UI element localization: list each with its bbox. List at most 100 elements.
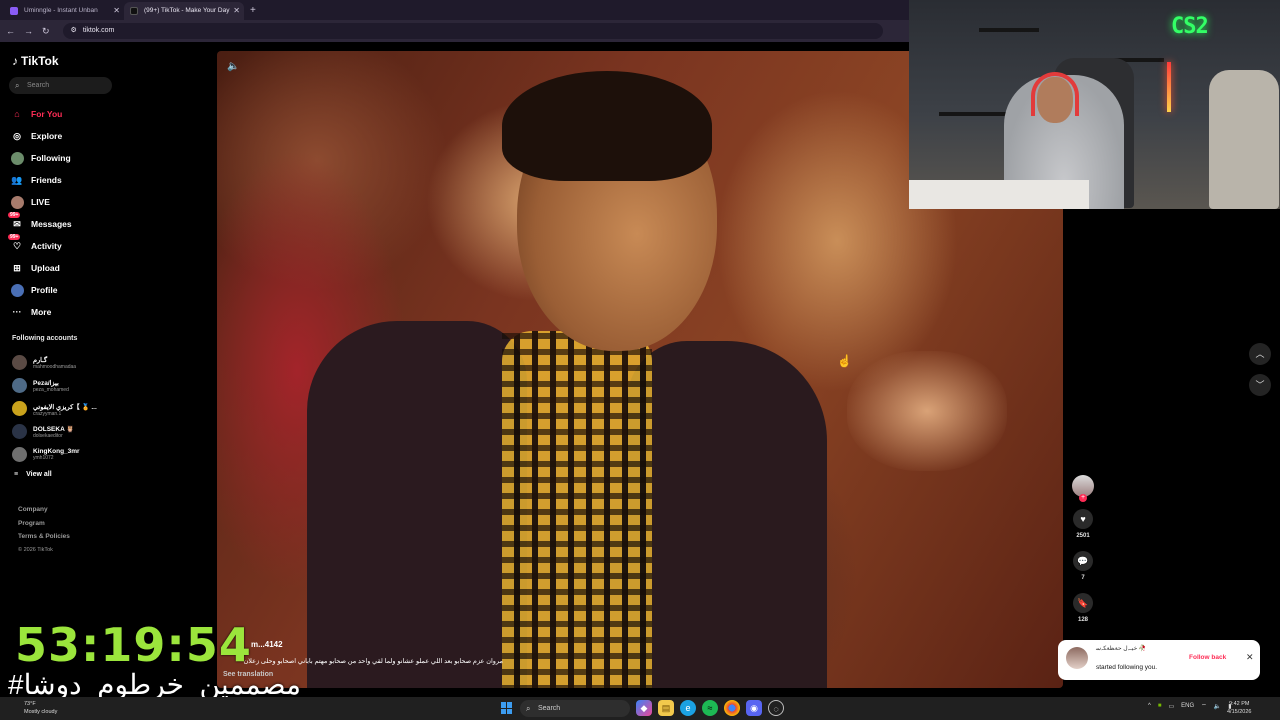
like-count: 2501: [1076, 533, 1090, 539]
reload-icon[interactable]: ↻: [42, 26, 50, 37]
tab-title: (99+) TikTok - Make Your Day: [144, 7, 230, 14]
discord-icon[interactable]: ◉: [746, 700, 762, 716]
site-info-icon[interactable]: ⚙: [71, 23, 77, 39]
account-name: DOLSEKA 🦉: [33, 425, 75, 433]
close-tab-icon[interactable]: ✕: [113, 2, 120, 20]
uminngle-favicon-icon: [10, 7, 18, 15]
sidebar-item-more[interactable]: ··· More: [10, 301, 120, 323]
badge: 99+: [8, 212, 21, 218]
chevron-down-icon: ≡: [14, 471, 19, 478]
weather-temp: 73°F: [24, 701, 36, 707]
chrome-icon[interactable]: [724, 700, 740, 716]
chevron-down-icon[interactable]: ﹀: [1249, 374, 1271, 396]
wifi-icon[interactable]: ⌔: [1201, 702, 1207, 710]
obs-icon[interactable]: ◌: [768, 700, 784, 716]
clock-time: 9:42 PM: [1228, 701, 1250, 707]
sidebar-item-activity[interactable]: ♡ 99+ Activity: [8, 234, 120, 257]
sidebar-item-friends[interactable]: 👥 Friends: [10, 169, 120, 191]
footer-link-terms[interactable]: Terms & Policies: [18, 530, 70, 544]
forward-icon[interactable]: →: [24, 26, 33, 36]
comment-icon[interactable]: 💬: [1073, 551, 1093, 571]
browser-tab-tiktok[interactable]: (99+) TikTok - Make Your Day ✕: [124, 2, 244, 20]
follow-plus-icon[interactable]: +: [1079, 494, 1087, 502]
nav-label: Friends: [31, 175, 62, 185]
chevron-up-icon[interactable]: ︿: [1249, 343, 1271, 365]
list-item[interactable]: DOLSEKA 🦉 dolsekaeditor: [12, 420, 122, 443]
list-item[interactable]: Peza/بيزا peza_mohamed: [12, 374, 122, 397]
weather-widget[interactable]: 73°F Mostly cloudy: [24, 700, 57, 716]
edge-icon[interactable]: e: [680, 700, 696, 716]
close-tab-icon[interactable]: ✕: [233, 2, 240, 20]
url-field[interactable]: ⚙ tiktok.com: [62, 23, 883, 39]
footer-link-company[interactable]: Company: [18, 503, 70, 517]
video-frame-shape: [627, 341, 827, 688]
video-author[interactable]: m...4142: [251, 640, 283, 649]
home-icon: ⌂: [14, 109, 20, 119]
taskbar-clock[interactable]: 9:42 PM 4/15/2026: [1227, 700, 1251, 716]
avatar: [12, 355, 27, 370]
windows-start-icon[interactable]: [501, 702, 513, 714]
browser-tab-strip: Uminngle - Instant Unban ✕ (99+) TikTok …: [0, 0, 910, 20]
logo-text: TikTok: [21, 54, 59, 68]
file-explorer-icon[interactable]: ▤: [658, 700, 674, 716]
weather-desc: Mostly cloudy: [24, 709, 58, 715]
sidebar-item-for-you[interactable]: ⌂ For You: [10, 103, 120, 125]
sidebar-item-upload[interactable]: ⊞ Upload: [10, 257, 120, 279]
list-item[interactable]: گـارم mahmoodhamadaa: [12, 351, 122, 374]
account-username: crazyyman.1: [33, 410, 62, 417]
sidebar-footer: Company Program Terms & Policies © 2026 …: [18, 503, 70, 557]
account-username: dolsekaeditor: [33, 432, 63, 439]
follow-back-button[interactable]: Follow back: [1189, 654, 1226, 661]
url-text: tiktok.com: [82, 27, 115, 34]
browser-tab-uminngle[interactable]: Uminngle - Instant Unban ✕: [4, 2, 124, 20]
account-username: peza_mohamed: [33, 386, 69, 393]
sidebar-item-profile[interactable]: Profile: [10, 279, 120, 301]
sidebar-item-messages[interactable]: ✉ 99+ Messages: [8, 212, 120, 235]
language-indicator[interactable]: ENG: [1181, 703, 1194, 709]
shelf-shape: [979, 28, 1039, 32]
taskbar-search-label: Search: [538, 705, 561, 712]
nav-label: Activity: [31, 241, 62, 251]
webcam-overlay: CS2: [909, 0, 1280, 209]
headset-shape: [1031, 72, 1079, 116]
creator-avatar[interactable]: +: [1072, 475, 1094, 502]
sidebar-item-explore[interactable]: ◎ Explore: [10, 125, 120, 147]
list-item[interactable]: KingKong_3mr ymh1072: [12, 443, 122, 466]
avatar: [12, 378, 27, 393]
tray-expand-icon[interactable]: ^: [1148, 703, 1151, 709]
following-accounts-list: گـارم mahmoodhamadaa Peza/بيزا peza_mohame…: [12, 351, 122, 466]
search-input[interactable]: ⌕ Search: [9, 77, 112, 94]
new-tab-icon[interactable]: +: [250, 5, 256, 16]
taskbar-search[interactable]: ⌕ Search: [520, 700, 630, 717]
save-count: 128: [1077, 617, 1088, 623]
list-item[interactable]: كريزي الايفوتي【 🏅 ... crazyyman.1: [12, 397, 122, 420]
notification-user: خيـﮧل ﺣﺔﻈﺔﻜﮧﺳ 🥀: [1096, 646, 1147, 652]
neon-sign: CS2: [1171, 14, 1209, 39]
live-icon: [10, 195, 24, 209]
view-all-button[interactable]: ≡ View all: [14, 471, 52, 478]
spotify-icon[interactable]: ≈: [702, 700, 718, 716]
desk-shape: [909, 180, 1089, 209]
video-frame-shape: [502, 71, 712, 181]
close-icon[interactable]: ✕: [1246, 652, 1254, 663]
volume-icon[interactable]: 🔈: [227, 61, 239, 72]
tiktok-note-icon: ♪: [12, 54, 18, 68]
avatar: [1066, 647, 1088, 669]
nvidia-icon[interactable]: ■: [1158, 703, 1162, 709]
copyright: © 2026 TikTok: [18, 546, 53, 553]
tiktok-logo[interactable]: ♪ TikTok: [12, 54, 59, 68]
volume-icon[interactable]: 🔈: [1214, 703, 1221, 710]
copilot-icon[interactable]: ◆: [636, 700, 652, 716]
back-icon[interactable]: ←: [6, 26, 15, 36]
footer-link-program[interactable]: Program: [18, 517, 70, 531]
sidebar-item-live[interactable]: LIVE: [10, 191, 120, 213]
view-all-label: View all: [26, 471, 52, 478]
bookmark-icon[interactable]: 🔖: [1073, 593, 1093, 613]
video-action-rail: + ♥ 2501 💬 7 🔖 128: [1070, 475, 1096, 623]
video-caption: مروان عزم صحابو بعد اللي عملو عشانو ولما…: [243, 658, 503, 665]
tray-app-icon[interactable]: ▭: [1168, 703, 1174, 710]
heart-icon[interactable]: ♥: [1073, 509, 1093, 529]
sidebar-item-following[interactable]: Following: [10, 147, 120, 169]
nav-label: For You: [31, 109, 63, 119]
account-username: ymh1072: [33, 455, 54, 461]
